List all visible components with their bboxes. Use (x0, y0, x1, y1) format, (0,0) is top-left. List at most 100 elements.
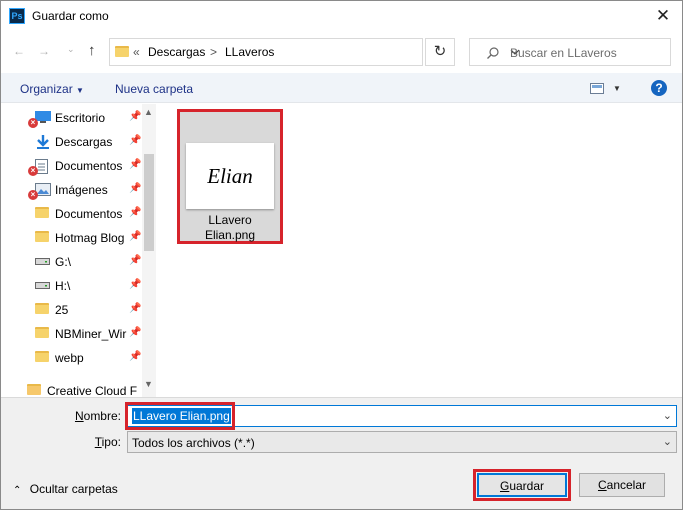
save-label: uardar (509, 479, 545, 493)
cancel-label: ancelar (606, 478, 647, 492)
folder-icon (35, 327, 49, 338)
photoshop-icon: Ps (9, 8, 25, 24)
drive-icon (35, 282, 50, 289)
file-type-select[interactable]: Todos los archivos (*.*) ⌄ (127, 431, 677, 453)
sidebar-item-imagenes[interactable]: × Imágenes 📌 (1, 178, 144, 200)
file-tile-llavero-elian[interactable]: Elian LLavero Elian.png (177, 109, 283, 244)
file-name-line1: LLavero (208, 213, 252, 227)
back-arrow-icon[interactable]: ← (13, 44, 25, 58)
sync-error-icon: × (28, 166, 38, 176)
sidebar-item-descargas[interactable]: Descargas 📌 (1, 130, 144, 152)
organize-label: Organizar (20, 82, 73, 96)
sidebar-item-label: Escritorio (55, 111, 106, 125)
type-label-text: ipo: (101, 435, 121, 449)
sync-error-icon: × (28, 190, 38, 200)
pin-icon: 📌 (129, 111, 142, 122)
filename-highlight (125, 402, 235, 430)
help-icon[interactable]: ? (651, 80, 667, 96)
creative-cloud-folder-icon (27, 384, 41, 395)
view-caret-down-icon[interactable]: ▼ (613, 84, 621, 93)
sidebar-item-label: Creative Cloud Fil (47, 384, 137, 397)
download-icon (37, 135, 49, 149)
sidebar-item-label: Documentos (55, 207, 123, 221)
navigation-scrollbar[interactable]: ▲ ▼ (142, 104, 156, 397)
scroll-down-icon[interactable]: ▼ (144, 379, 153, 389)
cancel-button[interactable]: Cancelar (579, 473, 665, 497)
pin-icon: 📌 (129, 183, 142, 194)
breadcrumb-llaveros[interactable]: LLaveros (225, 45, 274, 59)
drive-icon (35, 258, 50, 265)
pin-icon: 📌 (129, 279, 142, 290)
sidebar-item-nbminer[interactable]: NBMiner_Wir 📌 (1, 322, 144, 344)
pin-icon: 📌 (129, 135, 142, 146)
search-icon (487, 47, 499, 59)
cancel-accesskey: C (597, 478, 607, 492)
new-folder-button[interactable]: Nueva carpeta (115, 82, 193, 96)
search-placeholder: Buscar en LLaveros (510, 46, 617, 60)
title-bar: Ps Guardar como ✕ (1, 1, 682, 32)
file-name-line2: Elian.png (204, 228, 256, 242)
sidebar-item-hotmag-blog[interactable]: Hotmag Blog 📌 (1, 226, 144, 248)
pin-icon: 📌 (129, 327, 142, 338)
sync-error-icon: × (28, 118, 38, 128)
view-options-icon[interactable] (590, 83, 606, 95)
chevron-down-icon[interactable]: ⌄ (663, 409, 672, 422)
breadcrumb-descargas[interactable]: Descargas (148, 45, 205, 59)
sidebar-item-drive-g[interactable]: G:\ 📌 (1, 250, 144, 272)
pin-icon: 📌 (129, 351, 142, 362)
save-form: Nombre: LLavero Elian.png ⌄ Tipo: Todos … (1, 397, 682, 509)
window-title: Guardar como (32, 9, 109, 23)
pin-icon: 📌 (129, 255, 142, 266)
sidebar-item-25[interactable]: 25 📌 (1, 298, 144, 320)
sidebar-item-label: NBMiner_Wir (55, 327, 127, 341)
sidebar-item-escritorio[interactable]: × Escritorio 📌 (1, 106, 144, 128)
filename-label: Nombre: (61, 409, 121, 423)
sidebar-item-label: 25 (55, 303, 69, 317)
folder-icon (115, 46, 129, 57)
address-bar[interactable]: « Descargas > LLaveros (109, 38, 520, 66)
sidebar-item-webp[interactable]: webp 📌 (1, 346, 144, 368)
hide-folders-label: Ocultar carpetas (29, 482, 118, 496)
sidebar-item-documentos-folder[interactable]: Documentos 📌 (1, 202, 144, 224)
sidebar-item-label: Imágenes (55, 183, 108, 197)
filename-label-accesskey: N (74, 409, 84, 423)
folder-icon (35, 351, 49, 362)
navigation-pane: × Escritorio 📌 Descargas 📌 × Documentos … (1, 104, 156, 397)
scroll-up-icon[interactable]: ▲ (144, 107, 153, 117)
caret-down-icon: ▼ (76, 86, 84, 95)
sidebar-item-documentos[interactable]: × Documentos 📌 (1, 154, 144, 176)
recent-chevron-down-icon[interactable]: ⌄ (67, 44, 75, 55)
file-type-value: Todos los archivos (*.*) (132, 436, 255, 450)
folder-icon (35, 231, 49, 242)
breadcrumb-separator: > (210, 45, 218, 59)
folder-icon (35, 207, 49, 218)
sidebar-item-drive-h[interactable]: H:\ 📌 (1, 274, 144, 296)
sidebar-item-label: Hotmag Blog (55, 231, 125, 245)
pin-icon: 📌 (129, 159, 142, 170)
search-box[interactable]: Buscar en LLaveros (469, 38, 671, 66)
scrollbar-thumb[interactable] (144, 154, 154, 251)
file-list: Elian LLavero Elian.png (157, 104, 682, 397)
pin-icon: 📌 (129, 303, 142, 314)
up-arrow-icon[interactable]: ↑ (88, 42, 96, 59)
hide-folders-toggle[interactable]: ⌃ Ocultar carpetas (13, 482, 118, 496)
filename-label-text: ombre: (83, 409, 121, 423)
forward-arrow-icon[interactable]: → (38, 44, 50, 58)
save-accesskey: G (499, 479, 510, 493)
sidebar-item-creative-cloud[interactable]: Creative Cloud Fil (1, 379, 143, 397)
pin-icon: 📌 (129, 231, 142, 242)
chevron-down-icon[interactable]: ⌄ (663, 435, 672, 448)
pin-icon: 📌 (129, 207, 142, 218)
command-bar: Organizar ▼ Nueva carpeta ▼ (1, 73, 682, 103)
refresh-icon[interactable]: ↻ (425, 38, 455, 66)
sidebar-item-label: webp (55, 351, 84, 365)
chevron-up-icon: ⌃ (13, 485, 22, 496)
sidebar-item-label: H:\ (55, 279, 71, 293)
sidebar-item-label: Documentos (55, 159, 123, 173)
file-name: LLavero Elian.png (180, 213, 280, 243)
breadcrumb-overflow[interactable]: « (133, 45, 140, 59)
organize-menu[interactable]: Organizar ▼ (20, 82, 84, 96)
folder-icon (35, 303, 49, 314)
save-button[interactable]: Guardar (477, 473, 567, 497)
close-icon[interactable]: ✕ (654, 7, 672, 25)
